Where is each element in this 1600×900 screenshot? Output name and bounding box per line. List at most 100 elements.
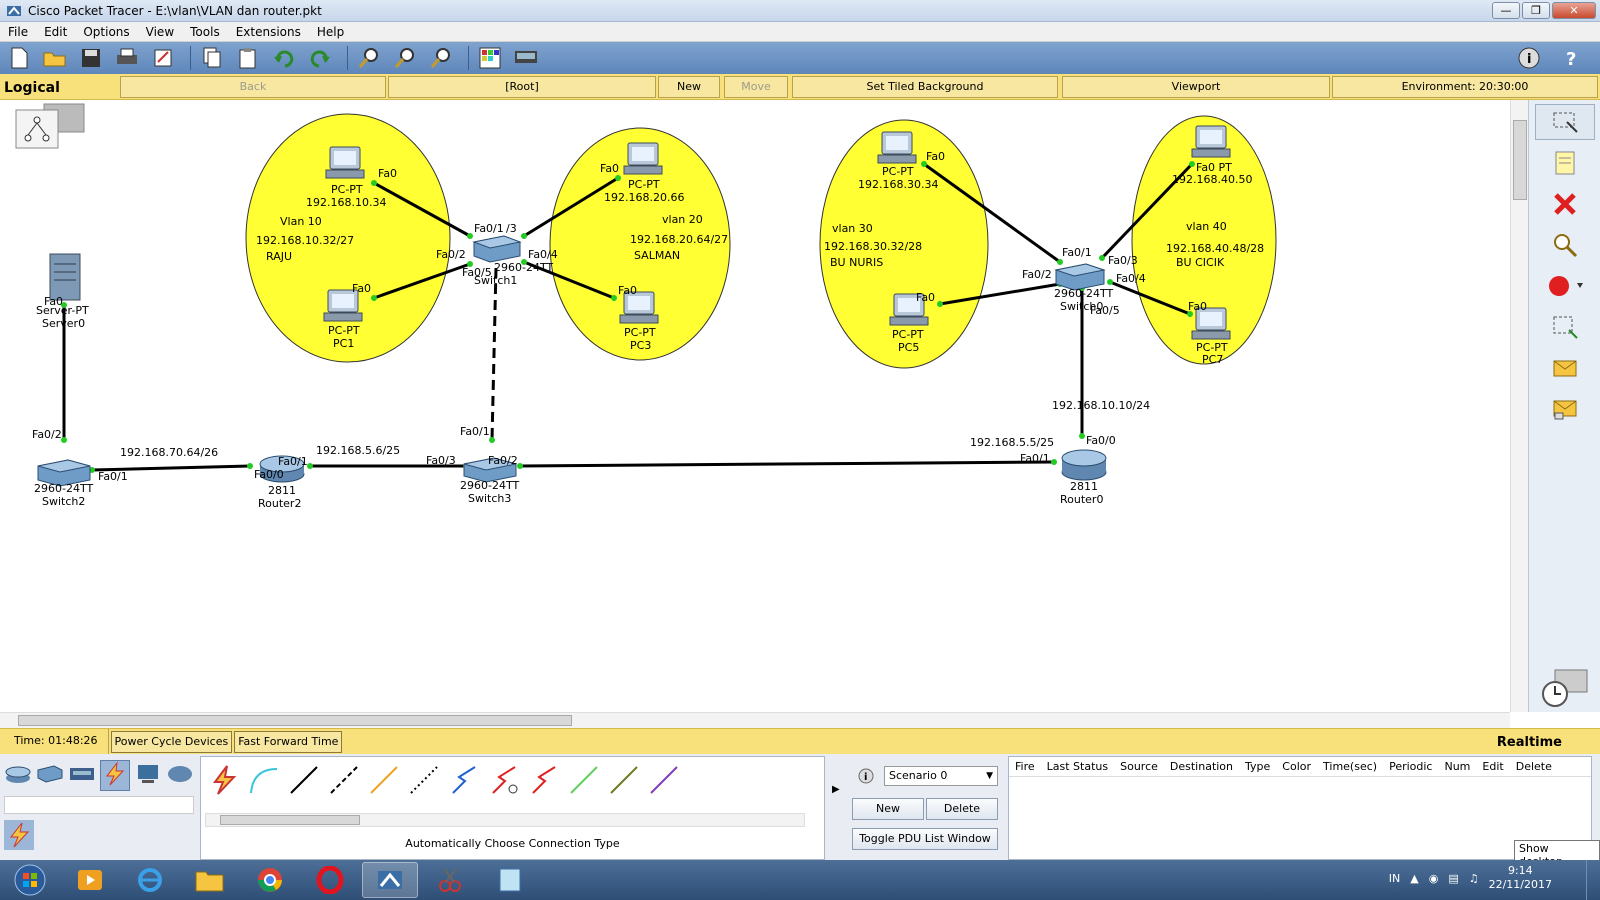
connections-category-icon[interactable] <box>100 760 130 791</box>
server0[interactable] <box>49 253 81 301</box>
snipping-tool-icon[interactable] <box>422 862 478 898</box>
notepad-icon[interactable] <box>482 862 538 898</box>
crossover-cable-icon[interactable] <box>327 763 361 797</box>
show-desktop-button[interactable] <box>1586 860 1600 900</box>
fiber-cable-icon[interactable] <box>367 763 401 797</box>
tray-expand-icon[interactable]: ▲ <box>1410 872 1418 885</box>
move-object-button[interactable]: Move Object <box>724 76 788 113</box>
resize-shape-tool-icon[interactable] <box>1535 309 1595 345</box>
set-tiled-background-button[interactable]: Set Tiled Background <box>792 76 1058 98</box>
new-file-icon[interactable] <box>4 44 34 72</box>
delete-tool-icon[interactable] <box>1535 186 1595 222</box>
draw-ellipse-tool-icon[interactable] <box>1535 268 1595 304</box>
menu-help[interactable]: Help <box>309 25 352 39</box>
add-complex-pdu-icon[interactable] <box>1535 391 1595 427</box>
security-tray-icon[interactable]: ◉ <box>1429 872 1439 885</box>
internet-explorer-icon[interactable] <box>122 862 178 898</box>
input-language[interactable]: IN <box>1389 872 1400 885</box>
link-switch3-router0[interactable] <box>519 460 1055 468</box>
copy-icon[interactable] <box>197 44 227 72</box>
volume-tray-icon[interactable]: ♫ <box>1469 872 1479 885</box>
start-button-icon[interactable] <box>2 862 58 898</box>
serial-dte-cable-icon[interactable] <box>527 763 561 797</box>
wan-emulation-category-icon[interactable] <box>166 760 194 791</box>
device-type-field[interactable] <box>4 796 194 814</box>
scenario-info-icon[interactable]: i <box>858 768 874 784</box>
canvas-vertical-scrollbar[interactable] <box>1510 100 1528 712</box>
scenario-select[interactable]: Scenario 0 ▼ <box>884 766 998 786</box>
pc0[interactable] <box>325 146 365 179</box>
zoom-reset-icon[interactable] <box>390 44 420 72</box>
inspect-tool-icon[interactable] <box>1535 227 1595 263</box>
palette-icon[interactable] <box>475 44 505 72</box>
zoom-out-icon[interactable] <box>426 44 456 72</box>
workspace-mode-label[interactable]: Logical <box>4 80 60 96</box>
opera-icon[interactable] <box>302 862 358 898</box>
pc2[interactable] <box>623 142 663 175</box>
connections-scroll-thumb[interactable] <box>220 815 360 825</box>
menu-file[interactable]: File <box>0 25 36 39</box>
root-button[interactable]: [Root] <box>388 76 656 98</box>
close-button[interactable]: ✕ <box>1552 2 1596 19</box>
zoom-in-icon[interactable] <box>354 44 384 72</box>
new-cluster-button[interactable]: New Cluster <box>658 76 720 113</box>
menu-edit[interactable]: Edit <box>36 25 75 39</box>
note-tool-icon[interactable] <box>1535 145 1595 181</box>
console-cable-icon[interactable] <box>247 763 281 797</box>
horizontal-scroll-thumb[interactable] <box>18 715 572 726</box>
menu-view[interactable]: View <box>138 25 182 39</box>
vertical-scroll-thumb[interactable] <box>1513 120 1527 200</box>
iot-custom-cable-icon[interactable] <box>607 763 641 797</box>
router0[interactable] <box>1061 449 1107 481</box>
power-cycle-devices-button[interactable]: Power Cycle Devices <box>110 730 233 753</box>
switches-category-icon[interactable] <box>36 760 64 791</box>
serial-dce-cable-icon[interactable] <box>487 763 521 797</box>
packet-tracer-taskbar-icon[interactable] <box>362 862 418 898</box>
minimize-button[interactable]: — <box>1492 2 1520 19</box>
undo-icon[interactable] <box>269 44 299 72</box>
auto-connection-icon[interactable] <box>207 763 241 797</box>
open-folder-icon[interactable] <box>40 44 70 72</box>
fast-forward-time-button[interactable]: Fast Forward Time <box>234 730 343 753</box>
help-icon[interactable]: ? <box>1558 44 1588 72</box>
environment-button[interactable]: Environment: 20:30:00 <box>1332 76 1598 98</box>
activity-wizard-icon[interactable] <box>148 44 178 72</box>
realtime-clock-icon[interactable] <box>1539 668 1591 711</box>
phone-cable-icon[interactable] <box>407 763 441 797</box>
switch1[interactable] <box>472 235 522 263</box>
delete-scenario-button[interactable]: Delete <box>926 798 998 820</box>
menu-tools[interactable]: Tools <box>182 25 228 39</box>
toggle-pdu-list-button[interactable]: Toggle PDU List Window <box>852 828 998 850</box>
selected-connection-icon[interactable] <box>4 820 34 853</box>
taskbar-clock[interactable]: 9:14 22/11/2017 <box>1489 864 1552 892</box>
back-button[interactable]: Back <box>120 76 386 98</box>
expand-arrow-icon[interactable]: ▶ <box>832 784 840 795</box>
connections-scrollbar[interactable] <box>205 813 805 827</box>
end-devices-category-icon[interactable] <box>134 760 162 791</box>
save-icon[interactable] <box>76 44 106 72</box>
pc6[interactable] <box>1191 125 1231 158</box>
realtime-mode-label[interactable]: Realtime <box>1497 735 1562 750</box>
link-switch1-switch3[interactable] <box>490 267 498 441</box>
file-explorer-icon[interactable] <box>182 862 238 898</box>
redo-icon[interactable] <box>305 44 335 72</box>
pc4[interactable] <box>877 131 917 164</box>
viewport-button[interactable]: Viewport <box>1062 76 1330 98</box>
coaxial-cable-icon[interactable] <box>447 763 481 797</box>
print-icon[interactable] <box>112 44 142 72</box>
straight-through-cable-icon[interactable] <box>287 763 321 797</box>
paste-icon[interactable] <box>233 44 263 72</box>
select-tool-icon[interactable] <box>1534 104 1595 140</box>
usb-cable-icon[interactable] <box>647 763 681 797</box>
hubs-category-icon[interactable] <box>68 760 96 791</box>
menu-extensions[interactable]: Extensions <box>228 25 309 39</box>
add-simple-pdu-icon[interactable] <box>1535 350 1595 386</box>
routers-category-icon[interactable] <box>4 760 32 791</box>
logical-workspace-canvas[interactable]: PC-PT 192.168.10.34 Fa0 PC-PT PC1 Fa0 PC… <box>0 100 1510 712</box>
menu-options[interactable]: Options <box>75 25 137 39</box>
info-icon[interactable]: i <box>1514 44 1544 72</box>
custom-devices-icon[interactable] <box>511 44 541 72</box>
new-scenario-button[interactable]: New <box>852 798 924 820</box>
chrome-icon[interactable] <box>242 862 298 898</box>
maximize-button[interactable]: ❐ <box>1522 2 1550 19</box>
